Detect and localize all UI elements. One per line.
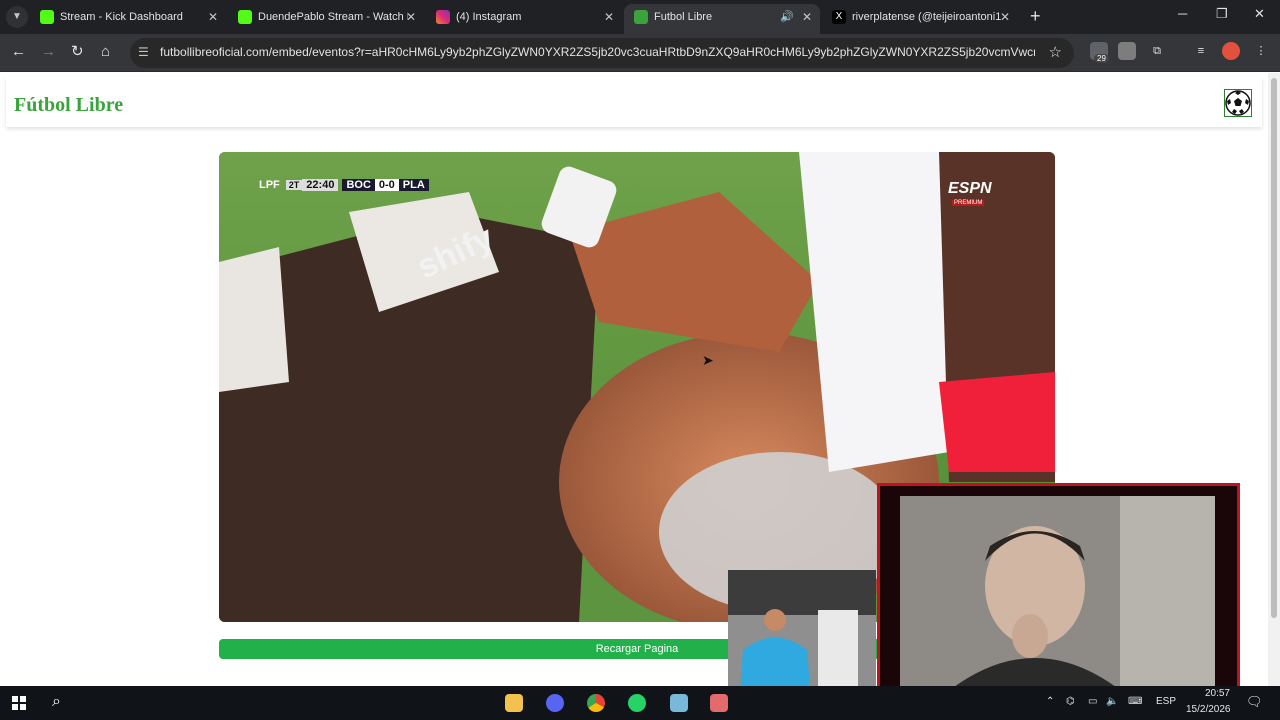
instagram-icon xyxy=(436,10,450,24)
close-tab-icon[interactable]: ✕ xyxy=(1000,4,1010,30)
url-text[interactable]: futbollibreoficial.com/embed/eventos?r=a… xyxy=(160,45,1035,59)
keyboard-icon[interactable]: ⌨ xyxy=(1128,696,1142,707)
extension-icon[interactable] xyxy=(1118,42,1136,60)
volume-icon[interactable]: 🔈 xyxy=(1106,696,1118,707)
forward-icon[interactable]: → xyxy=(41,43,56,61)
tab-title: DuendePablo Stream - Watch L xyxy=(258,11,408,23)
profile-avatar[interactable] xyxy=(1222,42,1240,60)
streamer-cam-overlay xyxy=(877,483,1240,693)
back-icon[interactable]: ← xyxy=(11,43,26,61)
menu-kebab-icon[interactable]: ⋮ xyxy=(1252,42,1270,60)
away-team: PLA xyxy=(398,179,429,191)
soccer-ball-icon[interactable] xyxy=(1224,89,1252,117)
futbol-libre-icon xyxy=(634,10,648,24)
page-scrollbar[interactable] xyxy=(1268,73,1280,686)
score: 0-0 xyxy=(374,179,399,191)
media-controls-icon[interactable]: ≡ xyxy=(1192,42,1210,60)
scrollbar-thumb[interactable] xyxy=(1271,78,1277,618)
file-explorer-icon[interactable] xyxy=(505,694,523,712)
show-hidden-icons-chevron-icon[interactable]: ⌃ xyxy=(1046,696,1054,707)
bookmark-star-icon[interactable]: ☆ xyxy=(1049,43,1062,61)
mouse-cursor-icon: ➤ xyxy=(702,352,714,368)
close-tab-icon[interactable]: ✕ xyxy=(604,4,614,30)
home-icon[interactable]: ⌂ xyxy=(101,43,110,61)
kick-icon xyxy=(238,10,252,24)
language-indicator[interactable]: ESP xyxy=(1156,696,1176,707)
site-brand[interactable]: Fútbol Libre xyxy=(14,94,123,117)
whatsapp-icon[interactable] xyxy=(628,694,646,712)
tab-x-riverplatense[interactable]: X riverplatense (@teijeiroantoni1 ✕ xyxy=(822,4,1018,34)
search-icon[interactable]: ⌕ xyxy=(52,693,61,711)
monitor-icon[interactable]: ▭ xyxy=(1088,696,1097,707)
site-header: Fútbol Libre xyxy=(6,77,1262,127)
address-bar[interactable]: ☰ futbollibreoficial.com/embed/eventos?r… xyxy=(130,38,1074,68)
scoreboard: LPF 2T 22:40 BOC 0-0 PLA xyxy=(259,177,429,193)
tab-title: riverplatense (@teijeiroantoni1 xyxy=(852,11,1002,23)
close-window-icon[interactable]: ✕ xyxy=(1254,6,1265,22)
windows-start-icon[interactable] xyxy=(12,696,26,710)
tab-kick-dashboard[interactable]: Stream - Kick Dashboard ✕ xyxy=(30,4,226,34)
broadcaster-logo: ESPN xyxy=(948,180,992,197)
notifications-icon[interactable]: 🗨 xyxy=(1246,694,1263,710)
close-tab-icon[interactable]: ✕ xyxy=(802,4,812,30)
minimize-icon[interactable]: ─ xyxy=(1178,6,1187,21)
reload-icon[interactable]: ↻ xyxy=(71,43,84,61)
speaker-icon[interactable]: 🔊 xyxy=(780,4,794,30)
x-icon: X xyxy=(832,10,846,24)
extension-badge: 29 xyxy=(1094,54,1109,63)
windows-taskbar: ⌕ ⌃ ⌬ ▭ 🔈 ⌨ ESP 20:57 15/2/2026 🗨 xyxy=(0,686,1280,720)
new-tab-button[interactable]: + xyxy=(1030,6,1041,26)
app-icon[interactable] xyxy=(710,694,728,712)
site-info-icon[interactable]: ☰ xyxy=(138,45,149,59)
tab-instagram[interactable]: (4) Instagram ✕ xyxy=(426,4,622,34)
clock-date[interactable]: 15/2/2026 xyxy=(1186,704,1231,715)
kick-icon xyxy=(40,10,54,24)
match-clock: 22:40 xyxy=(302,179,339,191)
discord-icon[interactable] xyxy=(546,694,564,712)
league-label: LPF xyxy=(259,179,280,191)
browser-tab-strip: ▼ Stream - Kick Dashboard ✕ DuendePablo … xyxy=(0,0,1280,34)
network-icon[interactable]: ⌬ xyxy=(1066,696,1075,707)
tab-title: Stream - Kick Dashboard xyxy=(60,11,183,23)
period-label: 2T xyxy=(285,180,303,190)
browser-toolbar: ← → ↻ ⌂ ☰ futbollibreoficial.com/embed/e… xyxy=(0,34,1280,72)
tab-search-chevron-icon[interactable]: ▼ xyxy=(6,6,28,28)
close-tab-icon[interactable]: ✕ xyxy=(406,4,416,30)
restore-icon[interactable]: ❐ xyxy=(1216,6,1228,22)
home-team: BOC xyxy=(342,179,375,191)
tab-title: (4) Instagram xyxy=(456,11,522,23)
extensions-puzzle-icon[interactable]: ⧉ xyxy=(1148,42,1166,60)
app-icon[interactable] xyxy=(670,694,688,712)
clock-time[interactable]: 20:57 xyxy=(1190,688,1230,699)
tab-futbol-libre[interactable]: Futbol Libre 🔊 ✕ xyxy=(624,4,820,34)
broadcaster-sub: PREMIUM xyxy=(952,200,985,206)
tab-duendepablo-stream[interactable]: DuendePablo Stream - Watch L ✕ xyxy=(228,4,424,34)
chrome-icon[interactable] xyxy=(587,694,605,712)
close-tab-icon[interactable]: ✕ xyxy=(208,4,218,30)
